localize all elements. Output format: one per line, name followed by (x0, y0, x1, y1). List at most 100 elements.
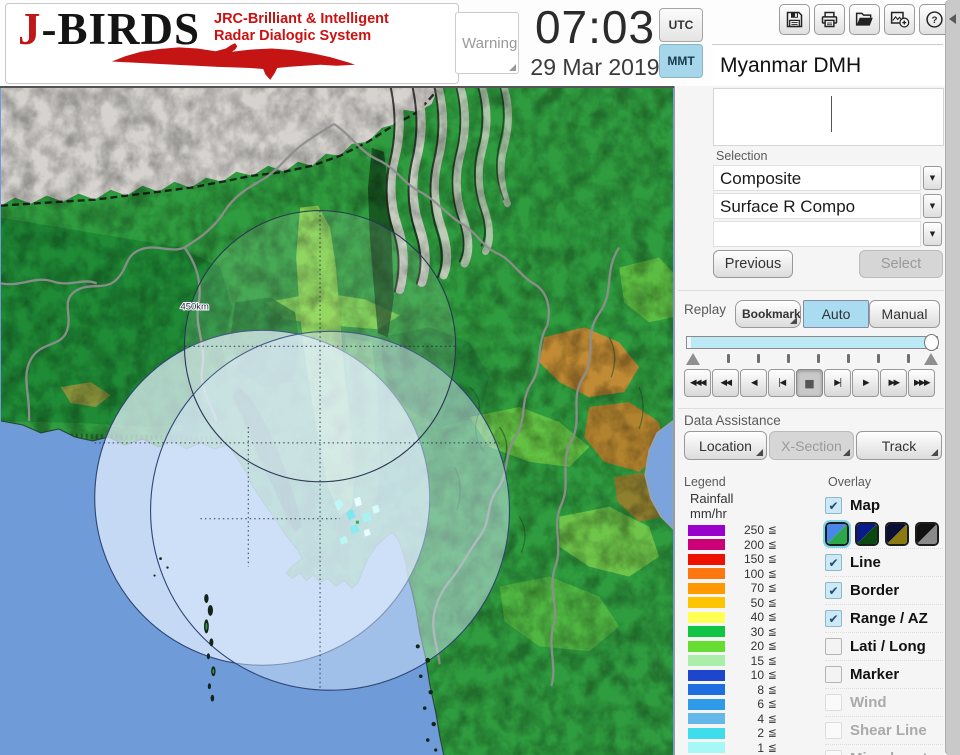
legend-color-swatch (688, 640, 725, 652)
legend-color-swatch (688, 727, 725, 739)
selection-field-1[interactable]: Composite (713, 165, 921, 191)
overlay-item: ✔ Shear Line (825, 716, 943, 744)
overlay-item-label: Border (850, 582, 900, 599)
warning-button[interactable]: Warning (455, 12, 519, 74)
clock-time: 07:03 (534, 1, 656, 53)
map-style-swatch[interactable] (855, 522, 879, 546)
previous-button[interactable]: Previous (713, 250, 793, 278)
overlay-item: ✔ Border (825, 576, 943, 604)
radar-map[interactable]: 450km (0, 88, 674, 755)
overlay-item-label: Lati / Long (850, 638, 926, 655)
legend-color-swatch (688, 713, 725, 725)
overlay-item-label: Map (850, 497, 880, 514)
overlay-checkbox[interactable]: ✔ (825, 582, 842, 599)
clock-date: 29 Mar 2019 (530, 54, 660, 80)
legend-item: 150 ≦ (688, 552, 777, 567)
manual-mode-button[interactable]: Manual (869, 300, 940, 328)
legend-item: 4 ≦ (688, 712, 777, 727)
legend-value: 1 (757, 740, 764, 755)
chevron-down-icon[interactable]: ▼ (923, 222, 942, 246)
overlay-item-label: Wind (850, 694, 887, 711)
legend-item: 10 ≦ (688, 668, 777, 683)
legend-item: 2 ≦ (688, 726, 777, 741)
map-style-swatch[interactable] (915, 522, 939, 546)
eagle-logo-icon (111, 43, 356, 80)
replay-slider-handle[interactable] (924, 334, 939, 351)
selection-label: Selection (716, 149, 768, 163)
auto-mode-button[interactable]: Auto (803, 300, 869, 328)
select-button[interactable]: Select (859, 250, 943, 278)
chevron-down-icon[interactable]: ▼ (923, 166, 942, 190)
overlay-checkbox[interactable]: ✔ (825, 722, 842, 739)
playback-button[interactable]: ▶▶▶ (908, 369, 935, 397)
command-input[interactable] (713, 88, 944, 146)
print-button[interactable] (814, 4, 845, 35)
legend-operator: ≦ (768, 669, 777, 682)
legend-operator: ≦ (768, 698, 777, 711)
playback-button[interactable]: ◀◀ (712, 369, 739, 397)
utc-button[interactable]: UTC (659, 8, 703, 42)
legend-color-swatch (688, 611, 725, 623)
overlay-checkbox[interactable]: ✔ (825, 554, 842, 571)
legend-value: 30 (750, 624, 764, 639)
toolbar: ? (779, 4, 950, 35)
playback-button[interactable]: ■ (796, 369, 823, 397)
check-icon: ✔ (828, 555, 839, 570)
app-subtitle: JRC-Brilliant & Intelligent Radar Dialog… (214, 11, 389, 44)
legend-value: 15 (750, 653, 764, 668)
overlay-checkbox[interactable]: ✔ (825, 694, 842, 711)
legend-value: 250 (743, 523, 764, 538)
capture-button[interactable] (884, 4, 915, 35)
open-folder-button[interactable] (849, 4, 880, 35)
legend-item: 40 ≦ (688, 610, 777, 625)
overlay-checkbox[interactable]: ✔ (825, 750, 842, 755)
xsection-button[interactable]: X-Section (769, 431, 854, 460)
legend-value: 20 (750, 639, 764, 654)
playback-controls: ◀◀◀ ◀◀ ◀ |◀ ■ ▶| ▶ ▶▶ ▶▶▶ (684, 369, 935, 397)
legend-value: 150 (743, 552, 764, 567)
data-assistance-label: Data Assistance (684, 413, 781, 428)
range-end-marker[interactable] (924, 353, 938, 365)
overlay-item-label: Marker (850, 666, 900, 683)
chevron-down-icon[interactable]: ▼ (923, 194, 942, 218)
legend-item: 70 ≦ (688, 581, 777, 596)
map-viewport[interactable]: 450km (0, 86, 674, 755)
overlay-checkbox[interactable]: ✔ (825, 638, 842, 655)
playback-button[interactable]: ▶ (852, 369, 879, 397)
legend-operator: ≦ (768, 727, 777, 740)
playback-button[interactable]: ◀◀◀ (684, 369, 711, 397)
legend-item: 20 ≦ (688, 639, 777, 654)
playback-button[interactable]: ▶| (824, 369, 851, 397)
overlay-checkbox[interactable]: ✔ (825, 666, 842, 683)
legend-operator: ≦ (768, 567, 777, 580)
legend-value: 70 (750, 581, 764, 596)
legend-item: 8 ≦ (688, 683, 777, 698)
open-folder-icon (855, 12, 873, 26)
legend-item: 15 ≦ (688, 654, 777, 669)
replay-progress-slider[interactable] (686, 334, 939, 351)
legend-operator: ≦ (768, 640, 777, 653)
playback-button[interactable]: ◀ (740, 369, 767, 397)
mmt-button[interactable]: MMT (659, 44, 703, 78)
replay-label: Replay (684, 302, 727, 317)
location-button[interactable]: Location (684, 431, 767, 460)
bookmark-button[interactable]: Bookmark (735, 300, 801, 328)
selection-field-3[interactable] (713, 221, 921, 247)
track-button[interactable]: Track (856, 431, 942, 460)
overlay-checkbox[interactable]: ✔ (825, 497, 842, 514)
range-start-marker[interactable] (686, 353, 700, 365)
selection-field-2[interactable]: Surface R Compo (713, 193, 921, 219)
legend-item: 100 ≦ (688, 567, 777, 582)
save-button[interactable] (779, 4, 810, 35)
selection-field-row: Surface R Compo ▼ (713, 193, 942, 219)
check-icon: ✔ (828, 583, 839, 598)
legend-value: 100 (743, 566, 764, 581)
overlay-checkbox[interactable]: ✔ (825, 610, 842, 627)
map-style-swatch[interactable] (823, 520, 851, 548)
panel-collapse-handle[interactable] (945, 0, 960, 755)
overlay-item-label: Shear Line (850, 722, 927, 739)
map-style-swatch[interactable] (885, 522, 909, 546)
playback-button[interactable]: |◀ (768, 369, 795, 397)
playback-button[interactable]: ▶▶ (880, 369, 907, 397)
legend-color-swatch (688, 524, 725, 536)
